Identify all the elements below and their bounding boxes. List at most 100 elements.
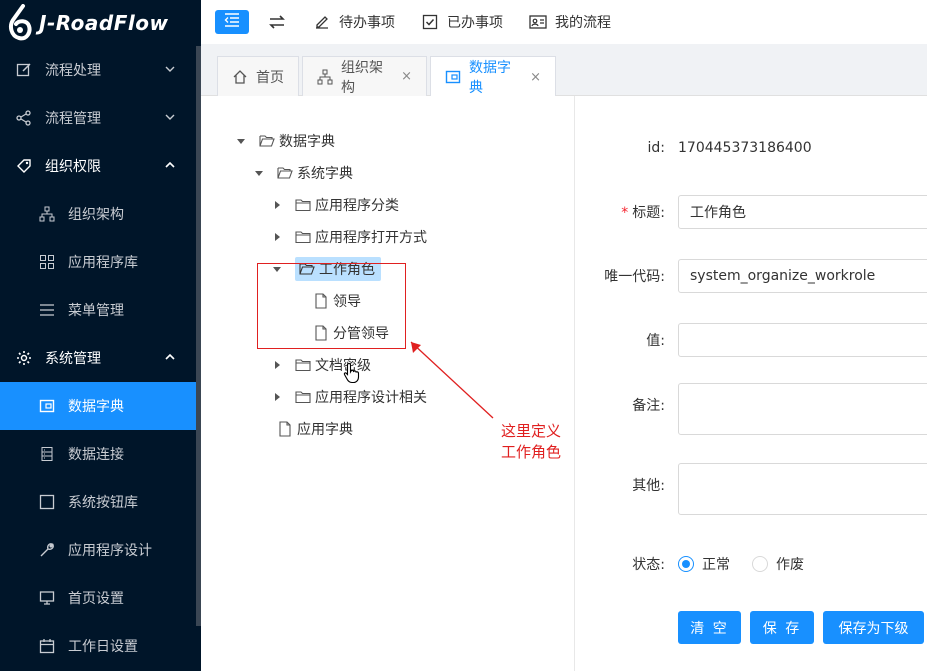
value-input[interactable] bbox=[678, 323, 927, 357]
tree-node-app-category[interactable]: 应用程序分类 bbox=[271, 192, 399, 218]
share-icon bbox=[15, 109, 33, 127]
org-icon bbox=[317, 69, 333, 85]
sidebar-item-flow-process[interactable]: 流程处理 bbox=[0, 46, 201, 94]
form-row-note: 备注: bbox=[576, 383, 927, 435]
radio-unchecked-icon bbox=[752, 556, 768, 572]
list-icon bbox=[38, 301, 56, 319]
other-textarea[interactable] bbox=[678, 463, 927, 515]
note-textarea[interactable] bbox=[678, 383, 927, 435]
required-mark: * bbox=[621, 205, 629, 221]
sidebar-item-label: 首页设置 bbox=[68, 591, 124, 607]
org-icon bbox=[38, 205, 56, 223]
status-void-radio[interactable]: 作废 bbox=[752, 554, 804, 574]
form-row-status: 状态: 正常 作废 bbox=[576, 554, 927, 574]
my-flow-button[interactable]: 我的流程 bbox=[529, 12, 611, 32]
dictionary-tree: 数据字典 系统字典 应用程序分类 应用程序打开方式 工作角色 领导 分管领导 文… bbox=[201, 96, 575, 671]
form-row-other: 其他: bbox=[576, 463, 927, 515]
close-icon[interactable]: × bbox=[401, 69, 412, 84]
wrench-icon bbox=[38, 541, 56, 559]
tree-node-app-dict[interactable]: 应用字典 bbox=[277, 416, 353, 442]
caret-down-icon[interactable] bbox=[253, 167, 265, 179]
tab-label: 组织架构 bbox=[341, 59, 383, 96]
caret-right-icon[interactable] bbox=[271, 231, 283, 243]
todo-label: 待办事项 bbox=[339, 15, 395, 31]
sidebar-item-app-library[interactable]: 应用程序库 bbox=[0, 238, 201, 286]
app-logo[interactable]: J-RoadFlow bbox=[0, 0, 201, 46]
status-radio-group: 正常 作废 bbox=[678, 554, 826, 574]
menu-fold-icon bbox=[224, 13, 240, 31]
title-label-text: 标题: bbox=[632, 205, 665, 221]
annotation-text: 这里定义工作角色 bbox=[501, 422, 562, 461]
swap-icon[interactable] bbox=[267, 12, 287, 32]
edit-icon bbox=[313, 13, 331, 31]
title-input[interactable]: 工作角色 bbox=[678, 195, 927, 229]
tab-data-dictionary[interactable]: 数据字典 × bbox=[430, 56, 556, 97]
radio-label: 正常 bbox=[702, 557, 730, 573]
annotation-arrow bbox=[410, 341, 494, 419]
sidebar-item-label: 数据字典 bbox=[68, 399, 124, 415]
form-row-value: 值: bbox=[576, 323, 927, 357]
sidebar-item-org-permission[interactable]: 组织权限 bbox=[0, 142, 201, 190]
sidebar-item-flow-manage[interactable]: 流程管理 bbox=[0, 94, 201, 142]
folder-icon bbox=[295, 357, 311, 373]
save-as-child-button[interactable]: 保存为下级 bbox=[823, 611, 924, 644]
tree-node-root[interactable]: 数据字典 bbox=[235, 128, 335, 154]
sidebar-item-label: 组织架构 bbox=[68, 207, 124, 223]
tree-node-system[interactable]: 系统字典 bbox=[253, 160, 353, 186]
done-button[interactable]: 已办事项 bbox=[421, 12, 503, 32]
hand-cursor-icon bbox=[343, 362, 363, 388]
caret-right-icon[interactable] bbox=[271, 391, 283, 403]
sidebar-item-app-design[interactable]: 应用程序设计 bbox=[0, 526, 201, 574]
chevron-down-icon bbox=[163, 110, 177, 124]
edit-icon bbox=[15, 61, 33, 79]
tag-icon bbox=[15, 157, 33, 175]
checkbox-icon bbox=[421, 13, 439, 31]
folder-icon bbox=[295, 389, 311, 405]
folder-icon bbox=[295, 197, 311, 213]
todo-button[interactable]: 待办事项 bbox=[313, 12, 395, 32]
app-title: J-RoadFlow bbox=[39, 11, 169, 35]
status-label: 状态: bbox=[632, 557, 665, 573]
close-icon[interactable]: × bbox=[530, 70, 541, 85]
sidebar-item-home-settings[interactable]: 首页设置 bbox=[0, 574, 201, 622]
folder-icon bbox=[295, 229, 311, 245]
clear-button[interactable]: 清 空 bbox=[678, 611, 741, 644]
top-toolbar: 待办事项 已办事项 我的流程 bbox=[201, 0, 927, 44]
chevron-up-icon bbox=[163, 350, 177, 364]
form-row-title: * 标题: 工作角色 bbox=[576, 195, 927, 229]
logo-icon bbox=[7, 4, 33, 42]
sidebar-item-label: 流程处理 bbox=[45, 63, 101, 79]
caret-right-icon[interactable] bbox=[271, 199, 283, 211]
other-label: 其他: bbox=[632, 478, 665, 494]
main-content: 数据字典 系统字典 应用程序分类 应用程序打开方式 工作角色 领导 分管领导 文… bbox=[201, 96, 927, 671]
gear-icon bbox=[15, 349, 33, 367]
tab-org-structure[interactable]: 组织架构 × bbox=[302, 56, 427, 96]
caret-down-icon[interactable] bbox=[235, 135, 247, 147]
home-icon bbox=[232, 69, 248, 85]
database-icon bbox=[38, 445, 56, 463]
square-icon bbox=[38, 493, 56, 511]
id-card-icon bbox=[529, 13, 547, 31]
dictionary-form: id: 170445373186400 * 标题: 工作角色 唯一代码: syst… bbox=[576, 96, 927, 671]
sidebar-item-label: 应用程序库 bbox=[68, 255, 138, 271]
sidebar-item-menu-manage[interactable]: 菜单管理 bbox=[0, 286, 201, 334]
tab-label: 首页 bbox=[256, 69, 284, 86]
sidebar-item-org-structure[interactable]: 组织架构 bbox=[0, 190, 201, 238]
sidebar-item-system-manage[interactable]: 系统管理 bbox=[0, 334, 201, 382]
caret-right-icon[interactable] bbox=[271, 359, 283, 371]
dictionary-icon bbox=[38, 397, 56, 415]
tree-node-app-open-mode[interactable]: 应用程序打开方式 bbox=[271, 224, 427, 250]
sidebar-item-system-buttons[interactable]: 系统按钮库 bbox=[0, 478, 201, 526]
sidebar-item-data-dictionary[interactable]: 数据字典 bbox=[0, 382, 196, 430]
sidebar-item-data-connection[interactable]: 数据连接 bbox=[0, 430, 201, 478]
chevron-down-icon bbox=[163, 62, 177, 76]
status-normal-radio[interactable]: 正常 bbox=[678, 554, 730, 574]
highlight-box bbox=[257, 263, 406, 349]
save-button[interactable]: 保 存 bbox=[750, 611, 814, 644]
sidebar-item-workday-settings[interactable]: 工作日设置 bbox=[0, 622, 201, 670]
code-input[interactable]: system_organize_workrole bbox=[678, 259, 927, 293]
folder-open-icon bbox=[277, 165, 293, 181]
menu-toggle-button[interactable] bbox=[215, 10, 249, 34]
tab-home[interactable]: 首页 bbox=[217, 56, 299, 96]
form-row-code: 唯一代码: system_organize_workrole bbox=[576, 259, 927, 293]
